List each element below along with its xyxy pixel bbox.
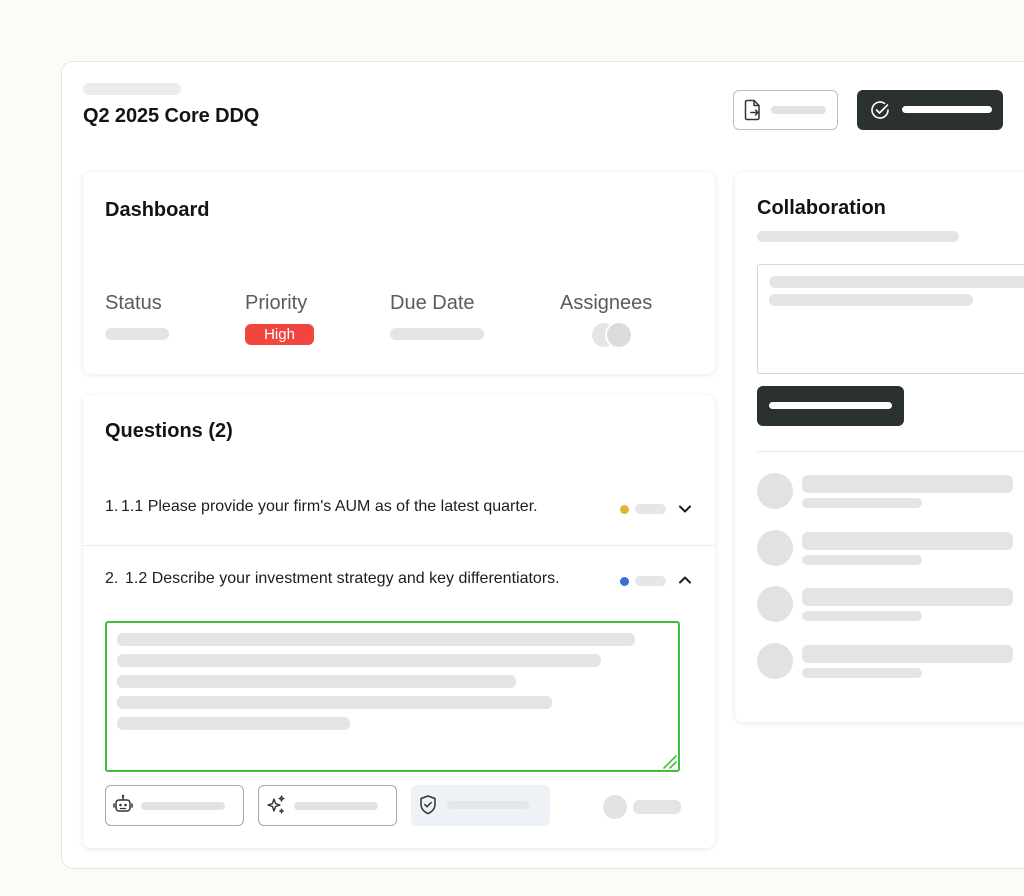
assignee-avatar[interactable]	[605, 321, 633, 349]
compliance-button-label-placeholder	[446, 801, 530, 809]
question-text: 1.1 Please provide your firm's AUM as of…	[121, 498, 538, 515]
comment-input[interactable]	[757, 264, 1024, 374]
comment-line-placeholder	[769, 294, 973, 306]
compliance-check-button[interactable]	[411, 785, 550, 826]
check-circle-icon	[871, 101, 889, 119]
dashboard-title: Dashboard	[105, 199, 210, 221]
post-comment-button[interactable]	[757, 386, 904, 426]
collaboration-title: Collaboration	[757, 197, 886, 219]
complete-button-label-placeholder	[902, 106, 992, 113]
status-label: Status	[105, 292, 162, 314]
shield-check-icon	[420, 795, 436, 815]
activity-avatar	[757, 530, 793, 566]
sparkles-icon	[267, 795, 285, 814]
answer-line-placeholder	[117, 654, 601, 667]
breadcrumb	[83, 83, 181, 95]
answer-author-placeholder	[633, 800, 681, 814]
divider	[83, 545, 715, 546]
answer-textarea[interactable]	[105, 621, 680, 772]
activity-title-placeholder	[802, 532, 1013, 550]
activity-avatar	[757, 586, 793, 622]
mark-complete-button[interactable]	[857, 90, 1003, 130]
assignees-label: Assignees	[560, 292, 653, 314]
priority-badge: High	[245, 324, 314, 345]
page-title: Q2 2025 Core DDQ	[83, 105, 260, 127]
enhance-button-label-placeholder	[294, 802, 378, 810]
question-row[interactable]: 2. 1.2 Describe your investment strategy…	[83, 570, 715, 592]
chevron-up-icon[interactable]	[678, 575, 692, 585]
answer-line-placeholder	[117, 633, 635, 646]
answer-line-placeholder	[117, 696, 552, 709]
resize-handle-icon[interactable]	[659, 751, 677, 769]
status-dot	[620, 577, 629, 586]
activity-meta-placeholder	[802, 668, 922, 678]
questions-card: Questions (2) 1. 1.1 Please provide your…	[83, 395, 715, 848]
question-number: 1.	[105, 498, 119, 515]
activity-avatar	[757, 643, 793, 679]
activity-title-placeholder	[802, 475, 1013, 493]
ai-assistant-button[interactable]	[105, 785, 244, 826]
ddq-window: Q2 2025 Core DDQ Dashboard Status Priori…	[61, 61, 1024, 869]
question-number: 2.	[105, 570, 119, 587]
question-row[interactable]: 1. 1.1 Please provide your firm's AUM as…	[83, 498, 715, 520]
divider	[757, 451, 1024, 452]
post-button-label-placeholder	[769, 402, 892, 409]
chevron-down-icon[interactable]	[678, 504, 692, 514]
ai-button-label-placeholder	[141, 802, 225, 810]
file-export-icon	[744, 99, 760, 121]
question-status-placeholder	[635, 504, 666, 514]
export-button-label-placeholder	[771, 106, 826, 114]
activity-title-placeholder	[802, 645, 1013, 663]
export-button[interactable]	[733, 90, 838, 130]
status-dot	[620, 505, 629, 514]
enhance-button[interactable]	[258, 785, 397, 826]
activity-meta-placeholder	[802, 611, 922, 621]
priority-label: Priority	[245, 292, 308, 314]
collaboration-subtitle-placeholder	[757, 231, 959, 242]
answer-line-placeholder	[117, 675, 516, 688]
question-status-placeholder	[635, 576, 666, 586]
answer-author-avatar	[603, 795, 627, 819]
due-date-label: Due Date	[390, 292, 475, 314]
dashboard-card: Dashboard Status Priority High Due Date …	[83, 172, 715, 374]
activity-avatar	[757, 473, 793, 509]
answer-line-placeholder	[117, 717, 350, 730]
questions-title: Questions (2)	[105, 420, 233, 442]
robot-icon	[113, 794, 133, 812]
activity-meta-placeholder	[802, 498, 922, 508]
status-value-placeholder	[105, 328, 169, 340]
activity-meta-placeholder	[802, 555, 922, 565]
comment-line-placeholder	[769, 276, 1024, 288]
activity-title-placeholder	[802, 588, 1013, 606]
collaboration-card: Collaboration	[735, 172, 1024, 722]
due-date-value-placeholder	[390, 328, 484, 340]
question-text: 1.2 Describe your investment strategy an…	[125, 570, 560, 587]
